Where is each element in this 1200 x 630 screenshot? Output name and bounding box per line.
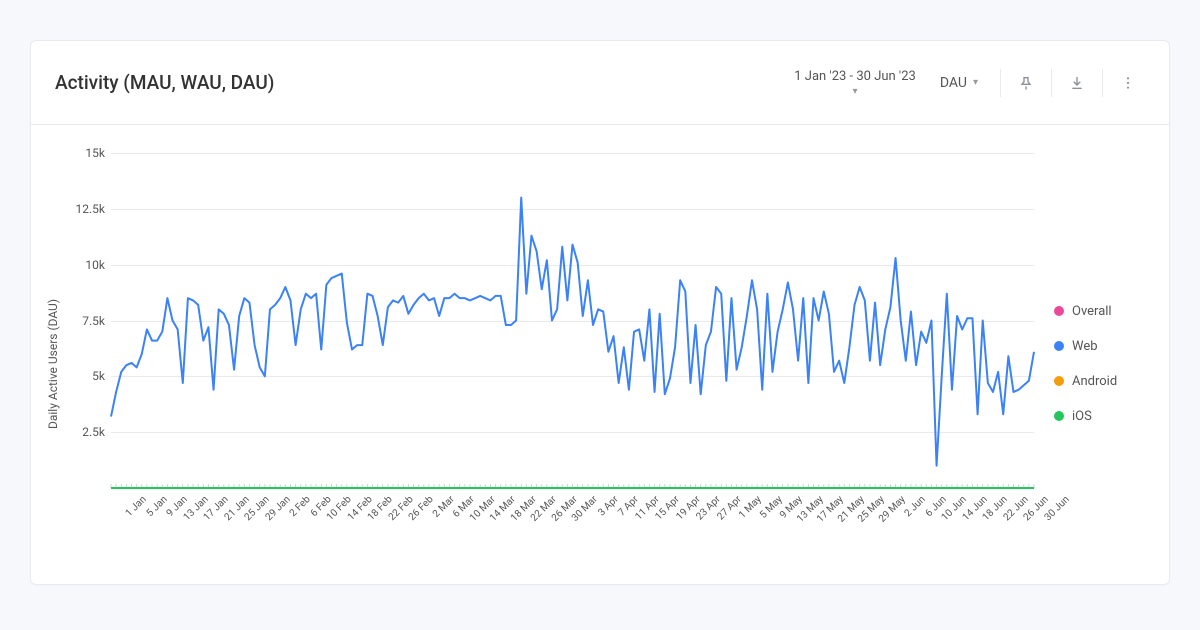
legend-swatch xyxy=(1054,376,1064,386)
chevron-down-icon: ▾ xyxy=(853,86,858,97)
date-range-picker[interactable]: 1 Jan '23 - 30 Jun '23 ▾ xyxy=(784,65,926,101)
y-axis-ticks: 2.5k5k7.5k10k12.5k15k xyxy=(65,153,111,574)
series-web xyxy=(111,198,1034,466)
legend-label: Android xyxy=(1072,374,1117,389)
divider xyxy=(1000,69,1001,97)
legend-swatch xyxy=(1054,411,1064,421)
legend-label: Web xyxy=(1072,339,1098,354)
divider xyxy=(1102,69,1103,97)
card-title: Activity (MAU, WAU, DAU) xyxy=(55,71,784,94)
more-button[interactable] xyxy=(1111,66,1145,100)
legend-label: iOS xyxy=(1072,409,1092,424)
x-axis-ticks: 1 Jan5 Jan9 Jan13 Jan17 Jan21 Jan25 Jan2… xyxy=(111,488,1034,574)
y-tick-label: 10k xyxy=(85,258,105,272)
y-tick-label: 5k xyxy=(92,369,105,383)
legend-label: Overall xyxy=(1072,304,1112,319)
chevron-down-icon: ▾ xyxy=(973,77,978,88)
y-tick-label: 7.5k xyxy=(82,314,105,328)
divider xyxy=(1051,69,1052,97)
legend-swatch xyxy=(1054,341,1064,351)
legend-item-web[interactable]: Web xyxy=(1054,339,1149,354)
y-axis-label: Daily Active Users (DAU) xyxy=(46,298,60,428)
y-tick-label: 12.5k xyxy=(76,202,105,216)
download-icon xyxy=(1069,75,1085,91)
y-axis-label-wrap: Daily Active Users (DAU) xyxy=(41,153,65,574)
activity-card: Activity (MAU, WAU, DAU) 1 Jan '23 - 30 … xyxy=(30,40,1170,585)
y-tick-label: 15k xyxy=(85,146,105,160)
card-header: Activity (MAU, WAU, DAU) 1 Jan '23 - 30 … xyxy=(31,41,1169,125)
legend-item-ios[interactable]: iOS xyxy=(1054,409,1149,424)
kebab-icon xyxy=(1120,75,1136,91)
plot-wrap: 1 Jan5 Jan9 Jan13 Jan17 Jan21 Jan25 Jan2… xyxy=(111,153,1034,574)
chart-plot[interactable] xyxy=(111,153,1034,488)
legend-swatch xyxy=(1054,306,1064,316)
date-range-label: 1 Jan '23 - 30 Jun '23 xyxy=(794,69,916,84)
legend-item-overall[interactable]: Overall xyxy=(1054,304,1149,319)
download-button[interactable] xyxy=(1060,66,1094,100)
metric-picker[interactable]: DAU ▾ xyxy=(926,71,992,95)
pin-icon xyxy=(1018,75,1034,91)
pin-button[interactable] xyxy=(1009,66,1043,100)
legend-item-android[interactable]: Android xyxy=(1054,374,1149,389)
metric-label: DAU xyxy=(940,75,967,91)
card-body: Daily Active Users (DAU) 2.5k 5k 7.5k 10k 12… xyxy=(31,125,1169,584)
y-tick-label: 2.5k xyxy=(82,425,105,439)
